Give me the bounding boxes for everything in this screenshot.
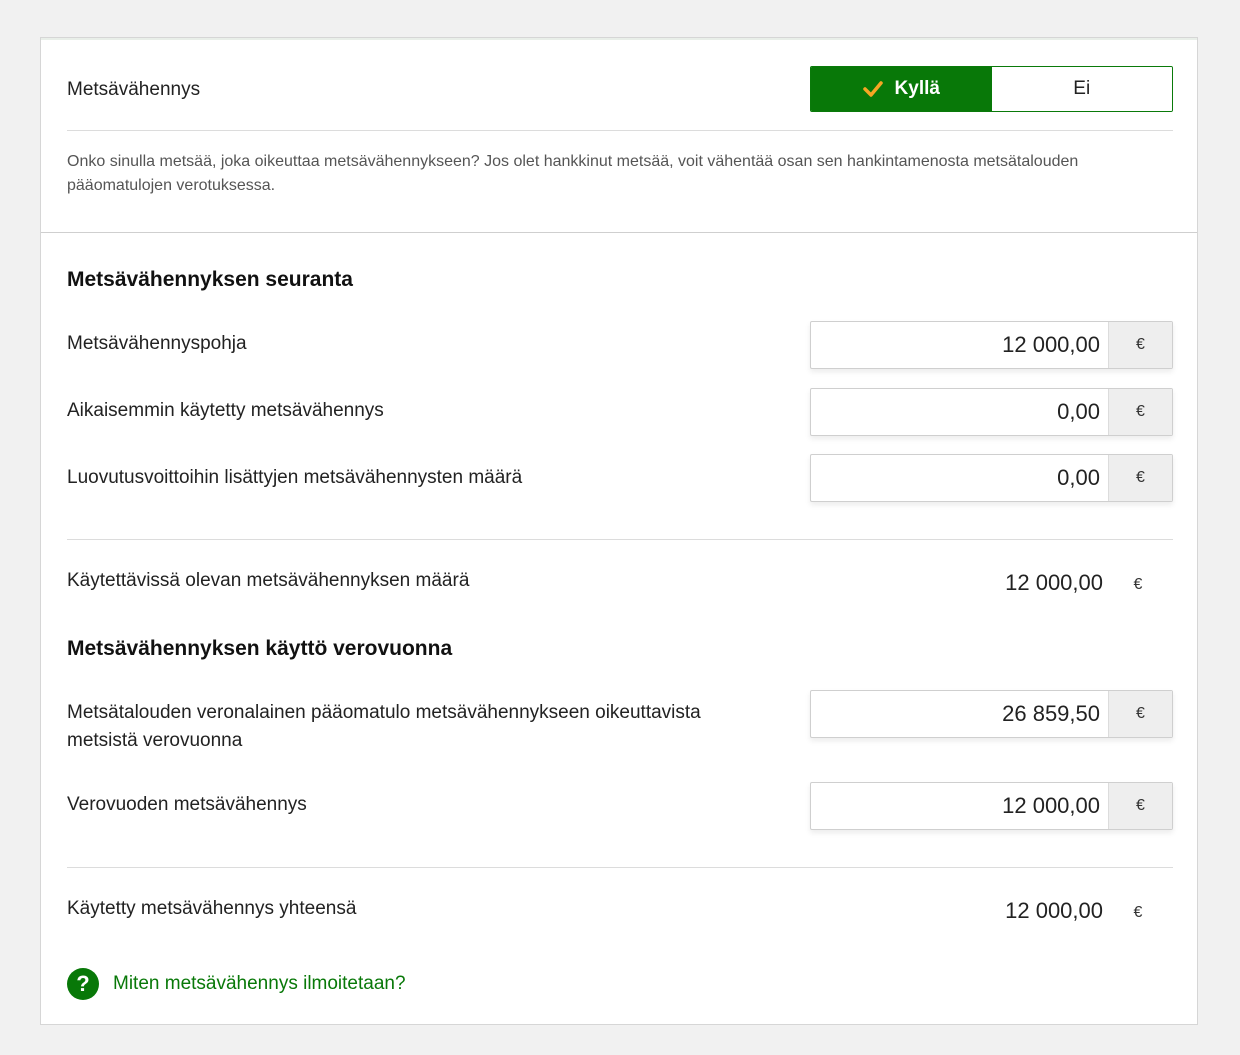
deduction-toggle[interactable]: Kyllä Ei — [810, 66, 1173, 112]
divider — [67, 130, 1173, 131]
available-deduction-value: 12 000,00 — [1005, 570, 1103, 595]
deduction-toggle-label: Metsävähennys — [67, 79, 201, 100]
row-label-available-deduction: Käytettävissä olevan metsävähennyksen mä… — [67, 570, 470, 591]
row-label-total-used: Käytetty metsävähennys yhteensä — [67, 898, 357, 919]
total-used-value: 12 000,00 — [1005, 898, 1103, 923]
currency-unit: € — [1108, 389, 1172, 435]
previously-used-input[interactable] — [811, 389, 1108, 435]
help-link[interactable]: ? Miten metsävähennys ilmoitetaan? — [67, 968, 406, 1000]
row-label-capital-gains-added: Luovutusvoittoihin lisättyjen metsävähen… — [67, 467, 523, 488]
tax-year-deduction-field[interactable]: € — [810, 782, 1173, 830]
capital-gains-added-field[interactable]: € — [810, 454, 1173, 502]
forest-deduction-card: Metsävähennys Kyllä Ei Onko sinulla mets… — [40, 37, 1198, 1025]
row-label-tax-year-deduction: Verovuoden metsävähennys — [67, 794, 307, 815]
currency-unit: € — [1133, 576, 1143, 593]
question-circle-icon: ? — [67, 968, 99, 1000]
toggle-option-no-label: Ei — [1073, 78, 1091, 99]
deduction-base-input[interactable] — [811, 322, 1108, 368]
capital-gains-added-input[interactable] — [811, 455, 1108, 501]
row-label-previously-used: Aikaisemmin käytetty metsävähennys — [67, 400, 384, 421]
toggle-option-yes-label: Kyllä — [894, 78, 940, 99]
deduction-base-field[interactable]: € — [810, 321, 1173, 369]
divider — [67, 539, 1173, 540]
tracking-section-title: Metsävähennyksen seuranta — [67, 268, 353, 291]
currency-unit: € — [1133, 904, 1143, 921]
taxable-capital-income-input[interactable] — [811, 691, 1108, 737]
row-label-deduction-base: Metsävähennyspohja — [67, 333, 247, 354]
toggle-option-no[interactable]: Ei — [991, 67, 1172, 111]
toggle-option-yes[interactable]: Kyllä — [811, 67, 992, 111]
currency-unit: € — [1108, 455, 1172, 501]
description-text: Onko sinulla metsää, joka oikeuttaa mets… — [67, 153, 1079, 194]
checkmark-icon — [862, 81, 883, 97]
currency-unit: € — [1108, 322, 1172, 368]
taxable-capital-income-field[interactable]: € — [810, 690, 1173, 738]
section-divider — [41, 232, 1197, 233]
tax-year-deduction-input[interactable] — [811, 783, 1108, 829]
usage-section-title: Metsävähennyksen käyttö verovuonna — [67, 637, 453, 660]
previously-used-field[interactable]: € — [810, 388, 1173, 436]
row-label-taxable-capital-income: Metsätalouden veronalainen pääomatulo me… — [67, 702, 701, 751]
card-top-accent — [41, 38, 1197, 40]
currency-unit: € — [1108, 691, 1172, 737]
help-link-label: Miten metsävähennys ilmoitetaan? — [113, 973, 406, 994]
currency-unit: € — [1108, 783, 1172, 829]
divider — [67, 867, 1173, 868]
